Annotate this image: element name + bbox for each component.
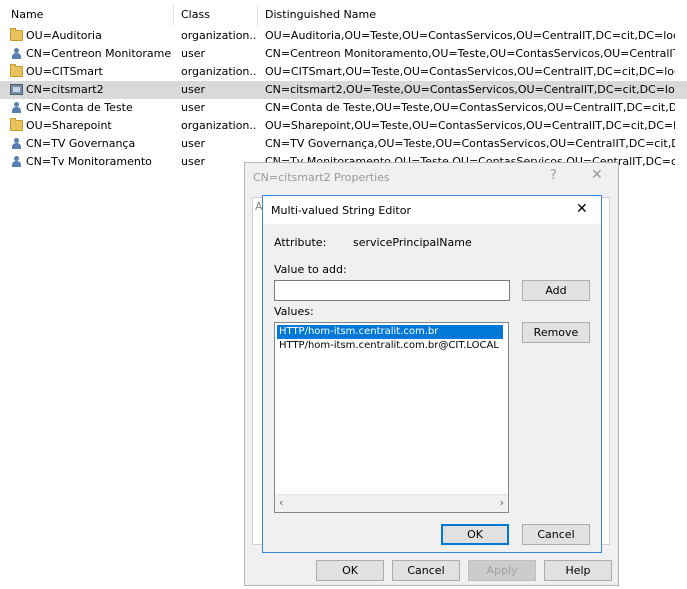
row-distinguished-name: OU=Auditoria,OU=Teste,OU=ContasServicos,… (265, 29, 675, 42)
row-name: CN=Centreon Monitorame... (26, 47, 172, 60)
row-class: organization... (181, 65, 257, 78)
column-divider[interactable] (173, 4, 174, 26)
row-class: organization... (181, 119, 257, 132)
horizontal-scrollbar[interactable]: ‹ › (275, 494, 508, 512)
help-button[interactable]: Help (544, 560, 612, 581)
row-name: CN=citsmart2 (26, 83, 104, 96)
row-name: CN=Tv Monitoramento (26, 155, 152, 168)
help-icon[interactable]: ? (550, 168, 557, 183)
user-icon (10, 48, 23, 59)
scroll-right-icon[interactable]: › (500, 496, 504, 509)
folder-icon (10, 118, 23, 131)
folder-icon (10, 64, 23, 77)
editor-ok-button[interactable]: OK (441, 524, 509, 545)
attribute-value: servicePrincipalName (353, 236, 472, 249)
row-name: OU=CITSmart (26, 65, 103, 78)
close-icon[interactable]: ✕ (576, 201, 588, 217)
values-label: Values: (274, 305, 314, 318)
row-class: user (181, 101, 205, 114)
computer-icon (10, 84, 23, 95)
editor-title: Multi-valued String Editor (271, 204, 411, 217)
table-row[interactable]: CN=Conta de Teste user CN=Conta de Teste,O… (0, 99, 687, 117)
user-icon (10, 156, 23, 167)
table-row[interactable]: OU=Sharepoint organization... OU=Sharepoin… (0, 117, 687, 135)
column-divider[interactable] (257, 4, 258, 26)
row-name: OU=Auditoria (26, 29, 102, 42)
row-class: user (181, 137, 205, 150)
row-distinguished-name: CN=citsmart2,OU=Teste,OU=ContasServicos,… (265, 83, 675, 96)
user-icon (10, 138, 23, 149)
add-button[interactable]: Add (522, 280, 590, 301)
table-row[interactable]: OU=CITSmart organization... OU=CITSmart,OU… (0, 63, 687, 81)
ok-button[interactable]: OK (316, 560, 384, 581)
row-class: user (181, 83, 205, 96)
cancel-button[interactable]: Cancel (392, 560, 460, 581)
value-to-add-label: Value to add: (274, 263, 347, 276)
column-header-distinguished-name[interactable]: Distinguished Name (265, 8, 376, 21)
properties-dialog-title: CN=citsmart2 Properties (253, 171, 390, 184)
close-icon[interactable]: ✕ (591, 167, 603, 183)
column-header-class[interactable]: Class (181, 8, 210, 21)
apply-button[interactable]: Apply (468, 560, 536, 581)
row-class: organization... (181, 29, 257, 42)
table-row[interactable]: CN=citsmart2 user CN=citsmart2,OU=Teste,OU… (0, 81, 687, 99)
editor-title-bar[interactable]: Multi-valued String Editor ✕ (263, 196, 601, 224)
list-item[interactable]: HTTP/hom-itsm.centralit.com.br@CIT.LOCAL (277, 339, 501, 353)
row-name: CN=Conta de Teste (26, 101, 133, 114)
remove-button[interactable]: Remove (522, 322, 590, 343)
attribute-label: Attribute: (274, 236, 327, 249)
values-listbox[interactable]: HTTP/hom-itsm.centralit.com.br HTTP/hom-… (274, 322, 509, 513)
row-name: OU=Sharepoint (26, 119, 112, 132)
column-header-name[interactable]: Name (11, 8, 43, 21)
table-row[interactable]: CN=Centreon Monitorame... user CN=Centreon… (0, 45, 687, 63)
row-distinguished-name: CN=Centreon Monitoramento,OU=Teste,OU=Co… (265, 47, 675, 60)
table-row[interactable]: OU=Auditoria organization... OU=Auditoria,… (0, 27, 687, 45)
row-class: user (181, 47, 205, 60)
list-item[interactable]: HTTP/hom-itsm.centralit.com.br (277, 325, 503, 339)
user-icon (10, 102, 23, 113)
folder-icon (10, 28, 23, 41)
list-header: Name Class Distinguished Name (0, 0, 687, 28)
editor-cancel-button[interactable]: Cancel (522, 524, 590, 545)
multi-valued-string-editor: Multi-valued String Editor ✕ Attribute: … (262, 195, 602, 553)
scroll-left-icon[interactable]: ‹ (279, 496, 283, 509)
row-distinguished-name: CN=TV Governança,OU=Teste,OU=ContasServi… (265, 137, 675, 150)
row-distinguished-name: CN=Conta de Teste,OU=Teste,OU=ContasServ… (265, 101, 675, 114)
row-distinguished-name: OU=Sharepoint,OU=Teste,OU=ContasServicos… (265, 119, 675, 132)
value-to-add-input[interactable] (274, 280, 510, 301)
object-list-view: Name Class Distinguished Name OU=Auditor… (0, 0, 687, 175)
row-distinguished-name: OU=CITSmart,OU=Teste,OU=ContasServicos,O… (265, 65, 675, 78)
table-row[interactable]: CN=TV Governança user CN=TV Governança,OU=… (0, 135, 687, 153)
row-name: CN=TV Governança (26, 137, 136, 150)
